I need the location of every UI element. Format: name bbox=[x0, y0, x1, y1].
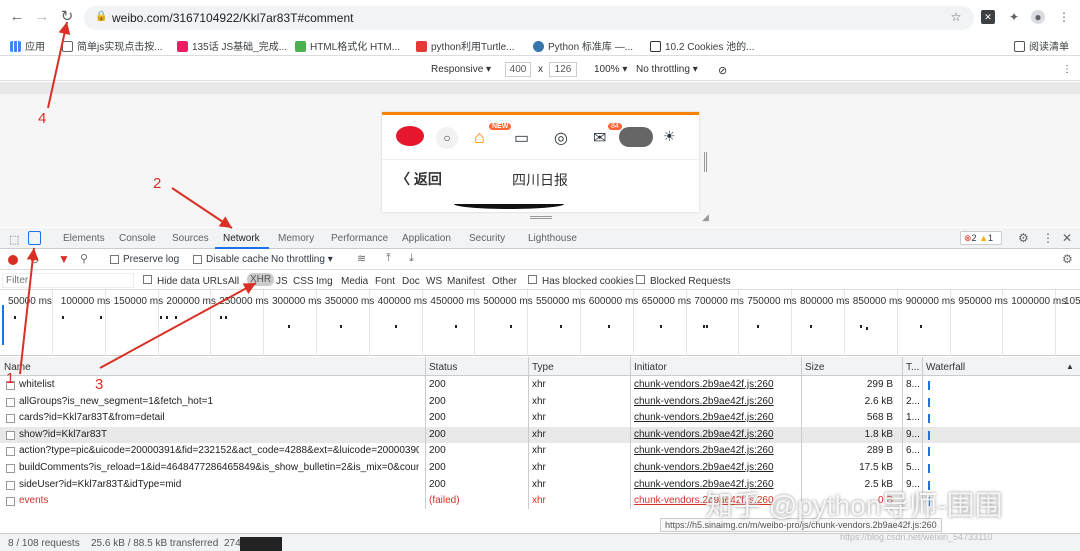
annotation-label: 2 bbox=[153, 175, 162, 192]
watermark: 知乎 @python导师-围围 bbox=[705, 490, 1003, 521]
watermark-url: https://blog.csdn.net/weixin_54733110 bbox=[840, 532, 993, 542]
annotation-label: 1 bbox=[6, 370, 15, 387]
annotation-arrows bbox=[19, 21, 257, 375]
arrow-4 bbox=[47, 21, 71, 109]
arrow-1 bbox=[19, 247, 39, 375]
arrow-2 bbox=[171, 187, 233, 229]
arrow-3 bbox=[99, 282, 257, 369]
annotation-label: 3 bbox=[95, 376, 104, 393]
annotation-label: 4 bbox=[38, 110, 47, 127]
